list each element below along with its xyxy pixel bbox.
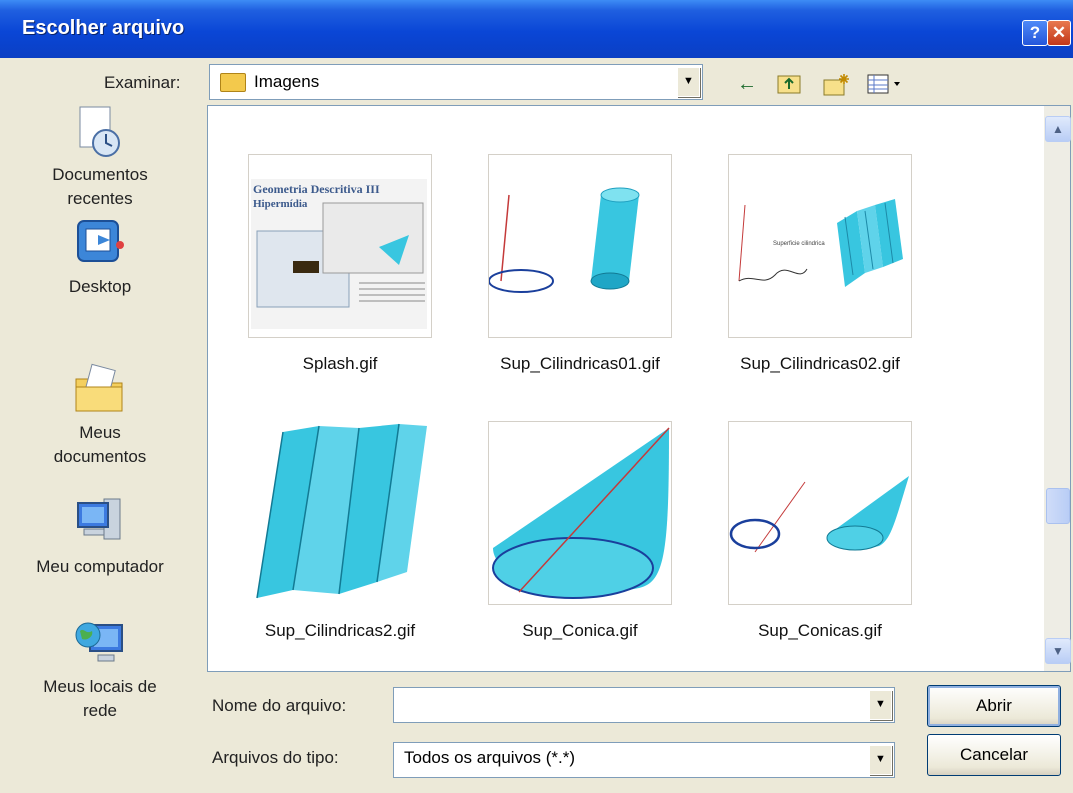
scroll-thumb[interactable] [1046, 488, 1070, 524]
my-computer-icon [72, 495, 128, 551]
file-thumbnail: Geometria Descritiva III Hipermídia [248, 154, 432, 338]
file-thumbnail [488, 154, 672, 338]
file-thumbnail: Superficie cilindrica [728, 154, 912, 338]
look-in-label: Examinar: [104, 73, 181, 92]
network-places-icon [72, 615, 128, 671]
place-label: Meus [79, 423, 121, 442]
file-item[interactable]: Sup_Cilindricas01.gif [480, 154, 680, 374]
file-name: Splash.gif [302, 354, 378, 373]
file-name: Sup_Cilindricas02.gif [740, 354, 900, 373]
file-item[interactable]: Sup_Cilindricas2.gif [240, 421, 440, 641]
help-button[interactable]: ? [1022, 20, 1048, 46]
place-label-2: documentos [53, 447, 147, 466]
filename-input[interactable]: ▼ [393, 687, 895, 723]
place-network[interactable]: Meus locais de rede [0, 615, 200, 723]
chevron-up-icon: ▲ [1052, 122, 1064, 136]
place-my-computer[interactable]: Meu computador [0, 495, 200, 579]
file-name: Sup_Cilindricas01.gif [500, 354, 660, 373]
vertical-scrollbar[interactable]: ▲ ▼ [1044, 106, 1071, 671]
splash-title: Geometria Descritiva III [253, 182, 380, 196]
file-item[interactable]: Superficie cilindrica Sup_Cilindricas02.… [720, 154, 920, 374]
file-thumbnail [728, 421, 912, 605]
chevron-down-icon: ▼ [683, 75, 694, 87]
place-recent-documents[interactable]: Documentos recentes [0, 103, 200, 211]
scroll-up-button[interactable]: ▲ [1045, 116, 1071, 142]
file-list[interactable]: Geometria Descritiva III Hipermídia Spla… [207, 105, 1071, 672]
folder-icon [220, 73, 246, 92]
open-button[interactable]: Abrir [927, 685, 1061, 727]
file-thumbnail [488, 421, 672, 605]
place-label-2: rede [82, 701, 118, 720]
chevron-down-icon: ▼ [1052, 644, 1064, 658]
filename-dropdown-button[interactable]: ▼ [869, 690, 892, 720]
file-item[interactable]: Geometria Descritiva III Hipermídia Spla… [240, 154, 440, 374]
look-in-value: Imagens [254, 72, 320, 91]
look-in-combo[interactable]: Imagens ▼ [209, 64, 703, 100]
desktop-icon [72, 215, 128, 271]
file-name: Sup_Conicas.gif [758, 621, 882, 640]
filetype-select[interactable]: Todos os arquivos (*.*) ▼ [393, 742, 895, 778]
filetype-dropdown-button[interactable]: ▼ [869, 745, 892, 775]
filetype-value: Todos os arquivos (*.*) [404, 748, 576, 767]
close-button[interactable]: ✕ [1047, 20, 1071, 46]
chevron-down-icon: ▼ [875, 698, 886, 710]
filename-label: Nome do arquivo: [212, 696, 347, 715]
place-label: Meus locais de [43, 677, 157, 696]
file-name: Sup_Cilindricas2.gif [264, 621, 416, 640]
file-thumbnail [248, 421, 432, 605]
new-folder-icon[interactable] [822, 72, 852, 96]
title-bar[interactable]: Escolher arquivo ? ✕ [0, 0, 1073, 58]
cancel-button[interactable]: Cancelar [927, 734, 1061, 776]
look-in-dropdown-button[interactable]: ▼ [677, 67, 700, 97]
filetype-label: Arquivos do tipo: [212, 748, 339, 767]
places-bar: Documentos recentes Desktop Meus documen… [0, 103, 200, 793]
chevron-down-icon: ▼ [875, 753, 886, 765]
place-label: Desktop [68, 277, 132, 296]
my-documents-icon [72, 361, 128, 417]
place-desktop[interactable]: Desktop [0, 215, 200, 299]
window-title: Escolher arquivo [22, 17, 185, 39]
views-menu-icon[interactable] [866, 72, 912, 96]
place-label: Meu computador [36, 557, 164, 576]
back-icon[interactable]: ← [737, 72, 757, 96]
file-name: Sup_Conica.gif [522, 621, 638, 640]
up-one-level-icon[interactable] [776, 72, 802, 96]
svg-text:Superficie cilindrica: Superficie cilindrica [773, 241, 825, 247]
open-file-dialog: Escolher arquivo ? ✕ Examinar: Imagens ▼… [0, 0, 1073, 793]
file-item[interactable]: Sup_Conicas.gif [720, 421, 920, 641]
place-label: Documentos [52, 165, 148, 184]
place-label-2: recentes [67, 189, 133, 208]
file-item[interactable]: Sup_Conica.gif [480, 421, 680, 641]
place-my-documents[interactable]: Meus documentos [0, 361, 200, 469]
splash-subtitle: Hipermídia [253, 198, 308, 210]
scroll-down-button[interactable]: ▼ [1045, 638, 1071, 664]
recent-documents-icon [72, 103, 128, 159]
